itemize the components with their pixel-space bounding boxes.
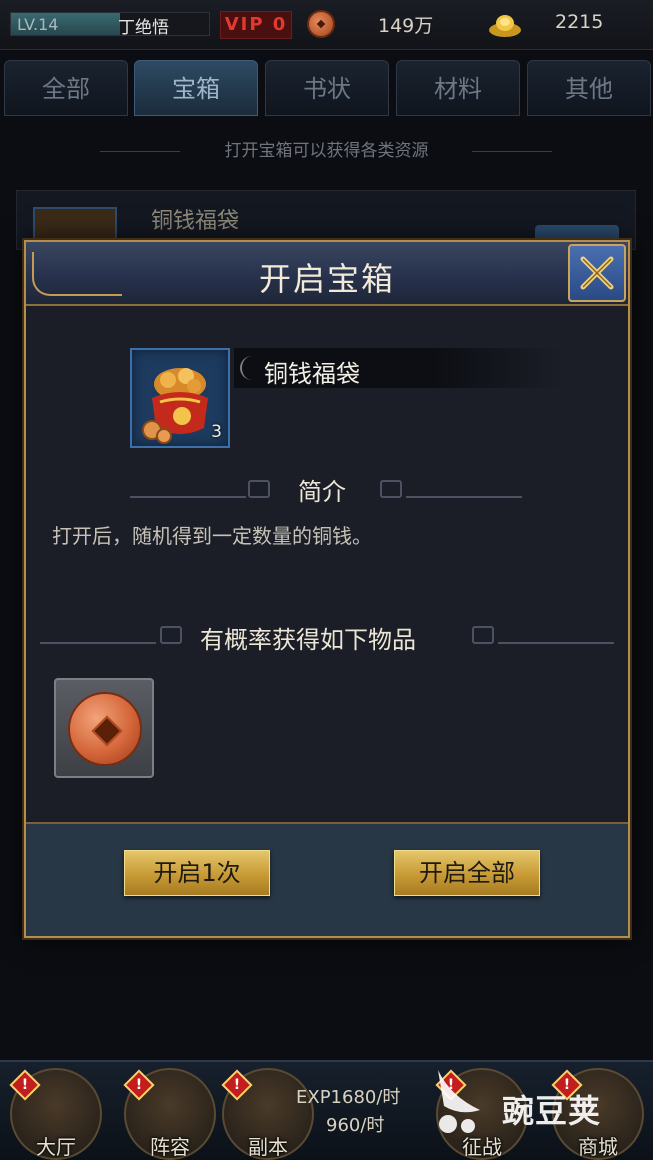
divider [40,642,156,644]
watermark-text: 豌豆荚 [502,1092,602,1130]
open-once-button[interactable]: 开启1次 [124,850,270,896]
copper-coin-icon [68,692,142,766]
copper-rate: 960/时 [326,1115,385,1136]
item-name-plate: 铜钱福袋 [234,348,564,388]
alert-icon: ! [221,1069,253,1101]
divider [498,642,614,644]
item-name: 铜钱福袋 [264,360,360,388]
divider-ornament [472,626,494,644]
drop-item-slot[interactable] [54,678,154,778]
close-icon [580,256,614,290]
chest-item-slot: 3 [130,348,230,448]
dialog-header: 开启宝箱 [26,242,628,306]
tab-chest[interactable]: 宝箱 [134,60,258,116]
open-all-button[interactable]: 开启全部 [394,850,540,896]
idle-income: EXP1680/时 960/时 [296,1084,400,1140]
watermark: 豌豆荚 [430,1066,640,1140]
divider [406,496,522,498]
alert-icon: ! [9,1069,41,1101]
nav-lineup[interactable]: ! 阵容 [123,1068,216,1160]
close-button[interactable] [568,244,626,302]
divider-ornament [160,626,182,644]
divider-ornament [380,480,402,498]
tab-materials[interactable]: 材料 [396,60,520,116]
level-bar: LV.14 [10,12,210,36]
top-status-bar: LV.14 丁绝悟 VIP 0 149万 2215 [0,0,653,50]
bag-hint: 打开宝箱可以获得各类资源 [224,141,429,161]
exp-rate: EXP1680/时 [296,1087,401,1108]
dialog-title: 开启宝箱 [258,260,395,298]
gold-amount: 2215 [555,11,604,33]
copper-coin-icon [307,10,335,38]
level-label: LV.14 [17,15,59,34]
nav-hall[interactable]: ! 大厅 [9,1068,102,1160]
alert-icon: ! [123,1069,155,1101]
intro-title: 简介 [298,478,346,506]
nav-label: 大厅 [36,1135,76,1159]
divider-ornament [248,480,270,498]
item-description: 打开后，随机得到一定数量的铜钱。 [52,524,372,548]
item-count: 3 [211,422,222,442]
wandoujia-logo-icon [438,1070,480,1133]
open-chest-dialog: 开启宝箱 3 铜钱福袋 简介 打开后，随机得到一定数量的铜钱。 有概率获得如下物… [24,240,630,938]
tab-others[interactable]: 其他 [527,60,651,116]
gold-ingot-icon [489,15,521,37]
bag-tabs: 全部 宝箱 书状 材料 其他 [0,60,653,118]
copper-amount: 149万 [378,15,434,37]
drops-title: 有概率获得如下物品 [200,626,416,654]
nav-label: 阵容 [150,1135,190,1159]
divider [130,496,246,498]
bag-item-name: 铜钱福袋 [151,209,240,234]
dialog-footer: 开启1次 开启全部 [26,822,628,936]
vip-badge[interactable]: VIP 0 [220,11,292,39]
player-name: 丁绝悟 [118,18,169,38]
tab-letters[interactable]: 书状 [265,60,389,116]
tab-all[interactable]: 全部 [4,60,128,116]
